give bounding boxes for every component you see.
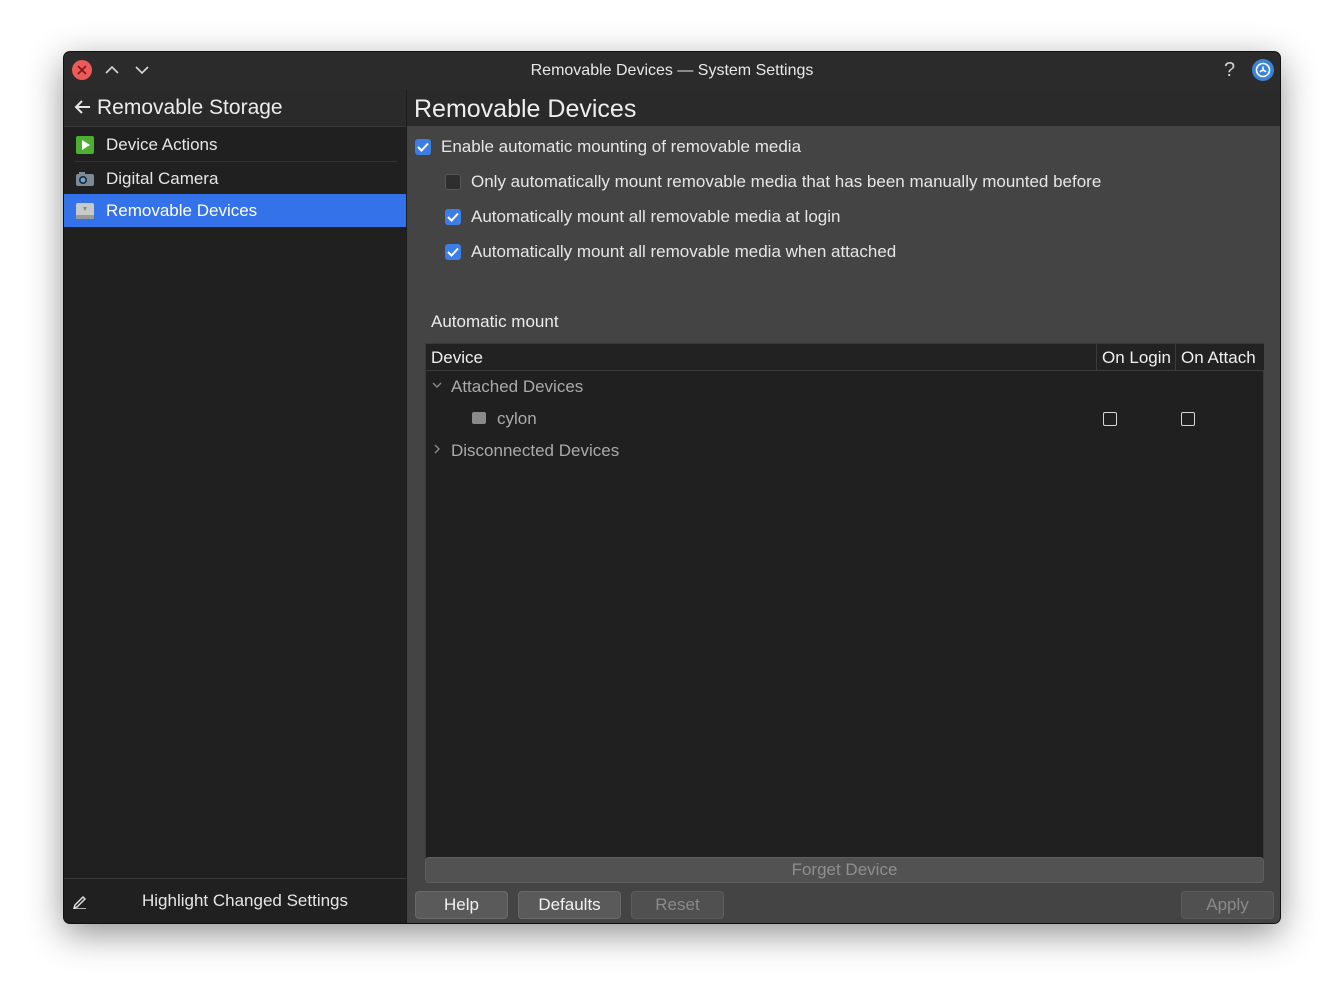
tree-group-attached-devices[interactable]: Attached Devices: [426, 371, 1263, 403]
checkbox-label: Automatically mount all removable media …: [471, 207, 841, 226]
page-title: Removable Devices: [414, 95, 637, 123]
highlight-changed-settings-button[interactable]: Highlight Changed Settings: [64, 878, 406, 923]
highlight-changed-settings-label: Highlight Changed Settings: [141, 891, 349, 910]
automatic-mount-label: Automatic mount: [431, 312, 559, 331]
sidebar-item-label: Digital Camera: [106, 169, 219, 188]
help-icon[interactable]: ?: [1224, 59, 1235, 82]
group-label: Attached Devices: [451, 377, 584, 396]
apply-button[interactable]: Apply: [1181, 891, 1274, 919]
checkbox-checked[interactable]: [445, 244, 461, 260]
checkbox-unchecked[interactable]: [445, 174, 461, 190]
column-header-on-login[interactable]: On Login: [1096, 344, 1175, 371]
sidebar-item-removable-devices[interactable]: Removable Devices: [64, 194, 406, 227]
help-button[interactable]: Help: [415, 891, 508, 919]
checkbox-label: Only automatically mount removable media…: [471, 172, 1102, 191]
play-icon: [75, 135, 95, 155]
page-header: Removable Devices: [407, 90, 1280, 126]
checkbox-label: Automatically mount all removable media …: [471, 242, 897, 261]
sidebar-item-label: Device Actions: [106, 135, 218, 154]
checkmark-icon: [417, 142, 429, 152]
settings-window: Removable Devices — System Settings ? Re…: [64, 52, 1280, 923]
main-panel: Removable Devices Enable automatic mount…: [406, 90, 1280, 923]
sidebar: Removable Storage Device Actions Digital…: [64, 90, 406, 923]
sidebar-item-device-actions[interactable]: Device Actions: [64, 128, 406, 161]
sidebar-header-title: Removable Storage: [97, 96, 283, 119]
table-row[interactable]: cylon: [426, 403, 1263, 435]
camera-icon: [75, 169, 95, 189]
app-logo-graphic: [1255, 62, 1271, 78]
column-header-label: On Login: [1102, 348, 1171, 367]
group-label: Disconnected Devices: [451, 441, 620, 460]
checkbox-label: Enable automatic mounting of removable m…: [441, 137, 802, 156]
column-header-label: Device: [431, 348, 483, 367]
drive-icon: [472, 412, 486, 424]
on-attach-checkbox[interactable]: [1181, 412, 1195, 426]
title-bar: Removable Devices — System Settings ?: [64, 52, 1280, 90]
window-title: Removable Devices — System Settings: [530, 62, 814, 79]
sidebar-back-header[interactable]: Removable Storage: [64, 90, 406, 127]
chevron-right-icon[interactable]: [432, 444, 442, 454]
column-header-label: On Attach: [1181, 348, 1256, 367]
drive-icon: [75, 201, 95, 221]
device-name: cylon: [497, 409, 537, 428]
device-table[interactable]: Device On Login On Attach Attached Devic…: [425, 343, 1264, 860]
checkmark-icon: [447, 247, 459, 257]
app-menu-icon[interactable]: [1252, 59, 1274, 81]
column-header-device[interactable]: Device: [426, 344, 1096, 371]
back-arrow-icon[interactable]: [73, 97, 93, 117]
sidebar-item-label: Removable Devices: [106, 201, 258, 220]
column-header-on-attach[interactable]: On Attach: [1175, 344, 1264, 371]
forget-device-button[interactable]: Forget Device: [425, 857, 1264, 883]
chevron-down-icon[interactable]: [432, 381, 442, 389]
checkbox-checked[interactable]: [445, 209, 461, 225]
checkbox-checked[interactable]: [415, 139, 431, 155]
checkmark-icon: [447, 212, 459, 222]
sidebar-item-digital-camera[interactable]: Digital Camera: [64, 162, 406, 195]
on-login-checkbox[interactable]: [1103, 412, 1117, 426]
tree-group-disconnected-devices[interactable]: Disconnected Devices: [426, 435, 1263, 467]
defaults-button[interactable]: Defaults: [518, 891, 621, 919]
reset-button[interactable]: Reset: [631, 891, 724, 919]
